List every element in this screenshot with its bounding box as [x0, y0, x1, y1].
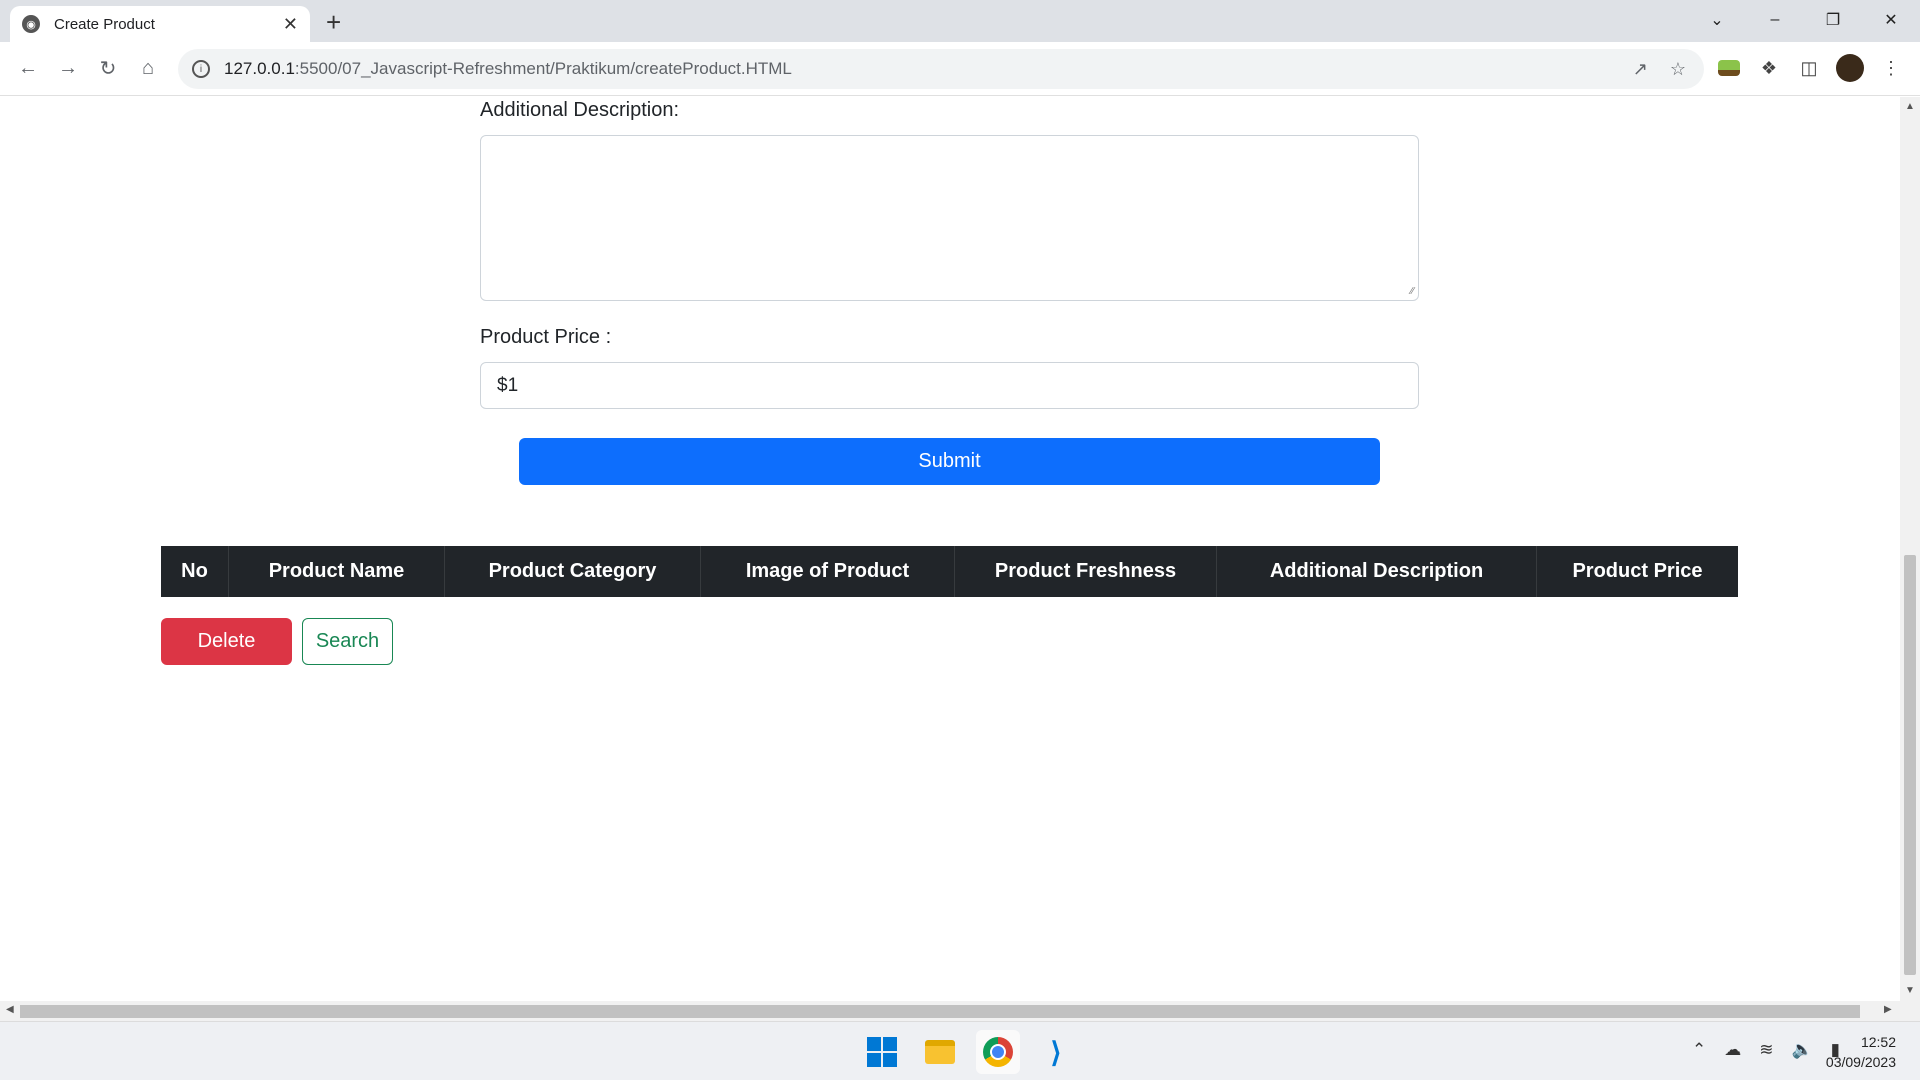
resize-grip-icon[interactable]: ∕∕	[1411, 286, 1414, 297]
minimize-button[interactable]: –	[1746, 0, 1804, 40]
share-icon[interactable]: ↗	[1633, 59, 1648, 80]
chrome-icon	[983, 1037, 1013, 1067]
restore-button[interactable]: ❐	[1804, 0, 1862, 40]
scroll-up-icon[interactable]: ▲	[1905, 101, 1915, 112]
vscode-taskbar-button[interactable]: ⟩	[1034, 1030, 1078, 1074]
close-tab-icon[interactable]: ✕	[283, 14, 298, 35]
tab-title: Create Product	[54, 15, 155, 33]
show-hidden-icons-icon[interactable]: ⌃	[1692, 1040, 1706, 1060]
side-panel-icon[interactable]: ◫	[1796, 55, 1822, 81]
windows-icon	[867, 1037, 897, 1067]
new-tab-button[interactable]: +	[326, 7, 341, 38]
menu-icon[interactable]: ⋮	[1878, 55, 1904, 81]
vertical-scroll-thumb[interactable]	[1904, 555, 1916, 975]
description-textarea[interactable]: ∕∕	[480, 135, 1419, 301]
delete-button[interactable]: Delete	[161, 618, 292, 665]
th-product-name: Product Name	[229, 546, 445, 597]
url-path: :5500/07_Javascript-Refreshment/Praktiku…	[294, 59, 792, 78]
taskbar: ⟩ ⌃ ☁ ≋ 🔈 ▮ 12:52 03/09/2023	[0, 1021, 1920, 1080]
clock-time: 12:52	[1860, 1034, 1896, 1050]
description-label: Additional Description:	[480, 99, 679, 121]
tab-create-product[interactable]: ◉ Create Product ✕	[10, 6, 310, 42]
folder-icon	[925, 1040, 955, 1064]
address-bar[interactable]: i 127.0.0.1:5500/07_Javascript-Refreshme…	[178, 49, 1704, 89]
forward-icon[interactable]: →	[52, 52, 84, 84]
search-button[interactable]: Search	[302, 618, 393, 665]
back-icon[interactable]: ←	[12, 52, 44, 84]
horizontal-scrollbar[interactable]: ◀ ▶	[0, 1001, 1920, 1021]
onedrive-icon[interactable]: ☁	[1724, 1040, 1741, 1060]
system-tray: ⌃ ☁ ≋ 🔈 ▮	[1692, 1040, 1840, 1060]
submit-button[interactable]: Submit	[519, 438, 1380, 485]
clock-date: 03/09/2023	[1825, 1054, 1896, 1070]
tab-strip: ◉ Create Product ✕ + ⌄ – ❐ ✕	[0, 0, 1920, 42]
globe-icon: ◉	[22, 15, 40, 33]
product-table-header: No Product Name Product Category Image o…	[161, 546, 1738, 597]
puzzle-icon[interactable]: ❖	[1756, 55, 1782, 81]
tab-search-icon[interactable]: ⌄	[1688, 0, 1746, 40]
taskbar-apps: ⟩	[860, 1030, 1078, 1074]
extensions-area: ❖ ◫ ⋮	[1716, 54, 1904, 82]
vertical-scrollbar[interactable]: ▲ ▼	[1900, 97, 1920, 1001]
scroll-right-icon[interactable]: ▶	[1884, 1004, 1892, 1015]
extension-icon[interactable]	[1716, 55, 1742, 81]
clock[interactable]: 12:52 03/09/2023	[1826, 1032, 1896, 1072]
bookmark-star-icon[interactable]: ☆	[1670, 59, 1686, 80]
th-product-freshness: Product Freshness	[955, 546, 1217, 597]
volume-icon[interactable]: 🔈	[1791, 1040, 1812, 1060]
chrome-taskbar-button[interactable]	[976, 1030, 1020, 1074]
th-product-price: Product Price	[1572, 560, 1703, 582]
th-product-category: Product Category	[445, 546, 701, 597]
th-image-of-product: Image of Product	[701, 546, 955, 597]
info-icon[interactable]: i	[192, 60, 210, 78]
start-button[interactable]	[860, 1030, 904, 1074]
scroll-down-icon[interactable]: ▼	[1905, 985, 1915, 996]
wifi-icon[interactable]: ≋	[1759, 1040, 1773, 1060]
window-controls: ⌄ – ❐ ✕	[1688, 0, 1920, 40]
profile-avatar[interactable]	[1836, 54, 1864, 82]
price-input[interactable]: $1	[480, 362, 1419, 409]
price-label: Product Price :	[480, 326, 612, 348]
url-host: 127.0.0.1	[224, 59, 295, 78]
file-explorer-button[interactable]	[918, 1030, 962, 1074]
omnibox-actions: ↗ ☆	[1633, 59, 1686, 80]
reload-icon[interactable]: ↻	[92, 52, 124, 84]
page-viewport: Additional Description: ∕∕ Product Price…	[0, 97, 1900, 1001]
close-window-button[interactable]: ✕	[1862, 0, 1920, 40]
home-icon[interactable]: ⌂	[132, 52, 164, 84]
browser-toolbar: ← → ↻ ⌂ i 127.0.0.1:5500/07_Javascript-R…	[0, 42, 1920, 96]
th-additional-description: Additional Description	[1217, 546, 1537, 597]
horizontal-scroll-thumb[interactable]	[20, 1005, 1860, 1018]
vscode-icon: ⟩	[1050, 1036, 1062, 1068]
th-no: No	[161, 546, 229, 597]
scroll-left-icon[interactable]: ◀	[6, 1004, 14, 1015]
